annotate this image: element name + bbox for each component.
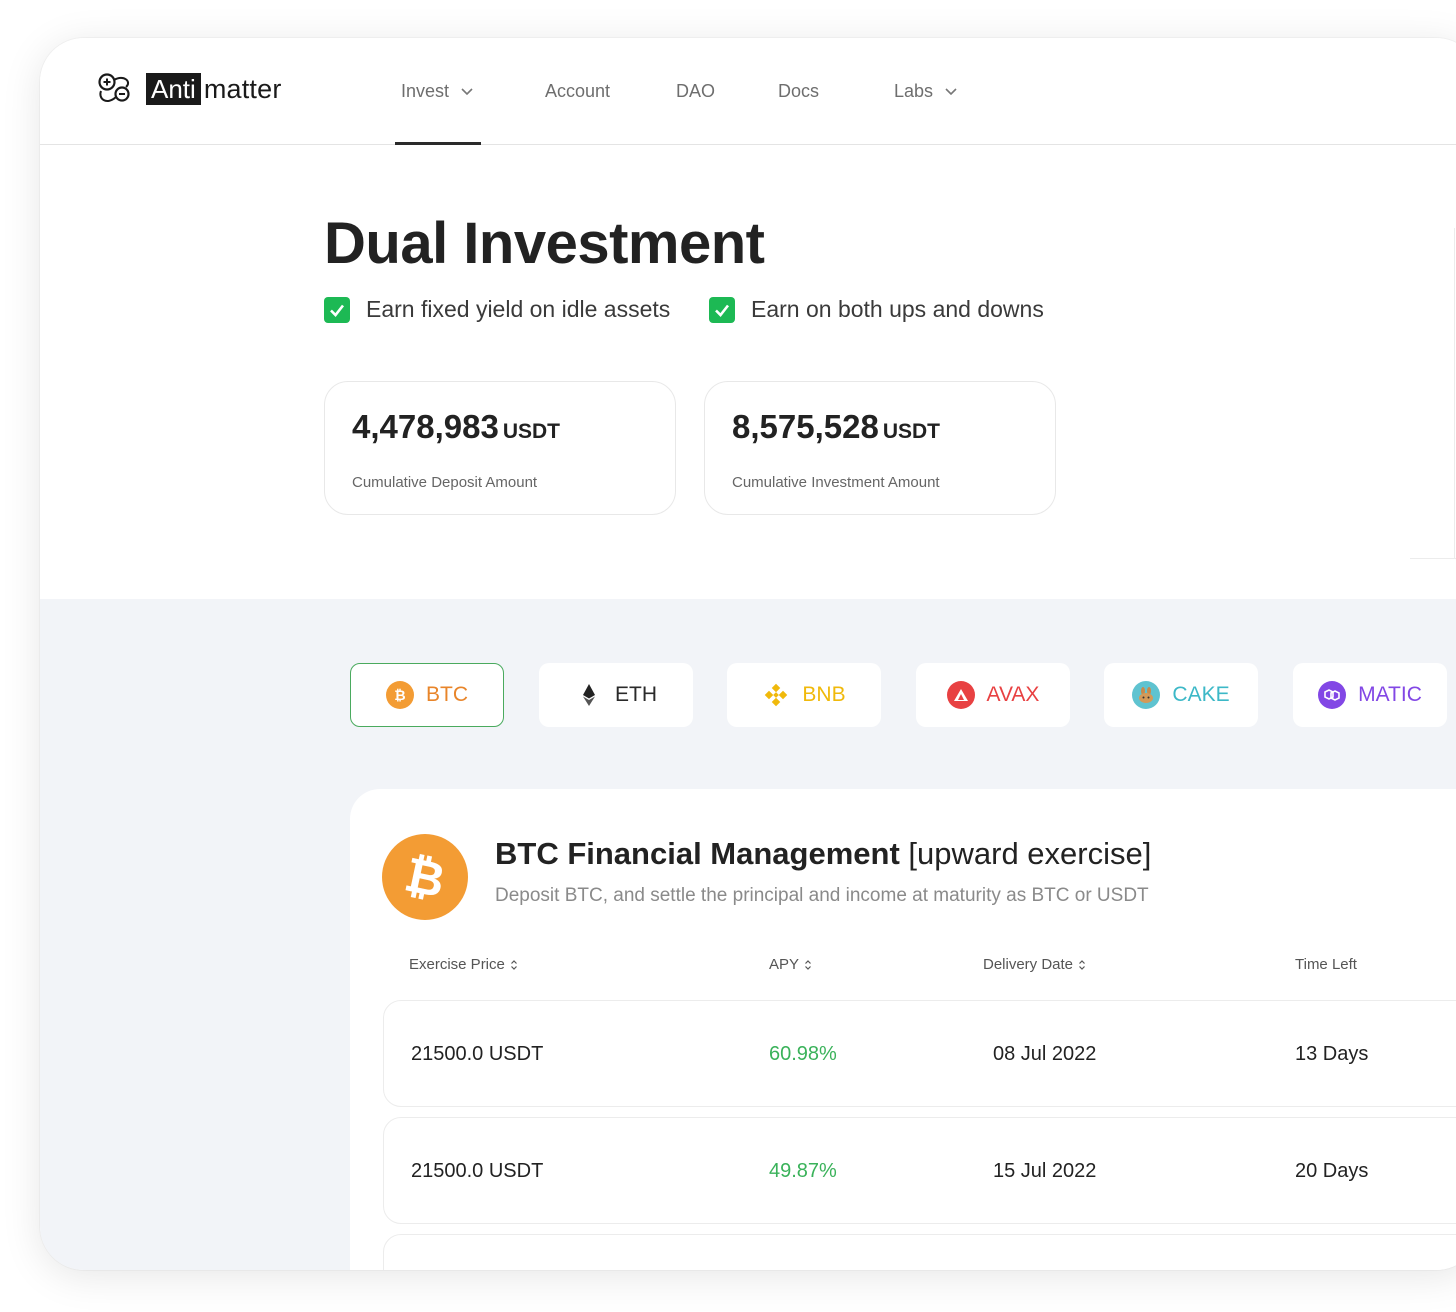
- product-panel: ₿ BTC Financial Management [upward exerc…: [350, 789, 1456, 1270]
- cell-time-left: 13 Days: [1295, 1043, 1369, 1065]
- sort-icon: [510, 959, 517, 970]
- stat-unit: USDT: [502, 420, 560, 443]
- nav-docs-label: Docs: [778, 81, 820, 101]
- feature-text: Earn fixed yield on idle assets: [366, 296, 671, 322]
- token-tab-label: BNB: [802, 683, 846, 706]
- stat-value: 4,478,983: [352, 408, 499, 445]
- token-tab-label: CAKE: [1172, 683, 1230, 706]
- bitcoin-icon: ₿: [382, 834, 468, 920]
- logo-matter-text: matter: [203, 73, 282, 104]
- cell-delivery-date: 08 Jul 2022: [993, 1043, 1097, 1065]
- nav-dao-label: DAO: [676, 81, 716, 101]
- nav-labs-label: Labs: [894, 81, 934, 101]
- logo-icon: [98, 73, 130, 102]
- cell-exercise-price: 21500.0 USDT: [411, 1043, 544, 1065]
- stat-unit: USDT: [882, 420, 940, 443]
- token-tab-label: ETH: [615, 683, 657, 706]
- checkmark-icon: [324, 296, 350, 323]
- column-header-label: Delivery Date: [983, 956, 1074, 973]
- cell-delivery-date: 15 Jul 2022: [993, 1160, 1097, 1182]
- page-title: Dual Investment: [324, 211, 765, 276]
- nav-dao[interactable]: DAO: [676, 81, 715, 102]
- binance-icon: [762, 681, 790, 709]
- divider: [1454, 228, 1455, 558]
- divider: [1410, 558, 1456, 559]
- checkmark-icon: [709, 296, 735, 323]
- stat-card-deposit: 4,478,983 USDT Cumulative Deposit Amount: [324, 381, 676, 515]
- cell-time-left: 20 Days: [1295, 1160, 1369, 1182]
- sort-icon: [1079, 959, 1085, 970]
- cell-exercise-price: 21500.0 USDT: [411, 1160, 544, 1182]
- polygon-icon: [1318, 681, 1347, 709]
- product-title-qualifier: [upward exercise]: [899, 836, 1152, 871]
- feature-text: Earn on both ups and downs: [751, 296, 1044, 322]
- pancakeswap-icon: [1132, 681, 1161, 709]
- column-header-label: Exercise Price: [409, 956, 505, 973]
- avalanche-icon: [946, 681, 975, 709]
- top-nav-bar: Anti matter Invest Account DAO Docs Labs: [40, 38, 1456, 145]
- products-section: ₿ BTC ETH BNB AVAX CAKE MATIC ₿ BTC Fina…: [40, 599, 1456, 1270]
- stat-value-line: 4,478,983 USDT: [352, 408, 560, 446]
- column-header-exercise-price[interactable]: Exercise Price: [409, 956, 518, 973]
- logo-anti-text: Anti: [146, 73, 201, 105]
- feature-item: Earn on both ups and downs: [709, 296, 1044, 323]
- column-header-apy[interactable]: APY: [769, 956, 812, 973]
- column-header-delivery-date[interactable]: Delivery Date: [983, 956, 1086, 973]
- column-header-label: APY: [769, 956, 800, 973]
- product-subtitle: Deposit BTC, and settle the principal an…: [495, 885, 1149, 906]
- column-header-label: Time Left: [1295, 956, 1357, 973]
- product-title: BTC Financial Management [upward exercis…: [495, 836, 1151, 872]
- nav-labs[interactable]: Labs: [894, 81, 957, 102]
- token-tab-bnb[interactable]: BNB: [727, 663, 881, 727]
- token-tab-eth[interactable]: ETH: [539, 663, 693, 727]
- column-header-time-left: Time Left: [1295, 956, 1357, 973]
- antimatter-logo[interactable]: Anti matter: [96, 71, 282, 107]
- token-tab-cake[interactable]: CAKE: [1104, 663, 1258, 727]
- bitcoin-icon: ₿: [386, 681, 414, 709]
- ethereum-icon: [575, 681, 603, 709]
- stat-value: 8,575,528: [732, 408, 879, 445]
- chevron-down-icon: [461, 87, 473, 95]
- chevron-down-icon: [945, 87, 957, 95]
- nav-active-indicator: [395, 142, 481, 145]
- stat-card-investment: 8,575,528 USDT Cumulative Investment Amou…: [704, 381, 1056, 515]
- token-tab-label: AVAX: [986, 683, 1040, 706]
- table-row[interactable]: 21500.0 USDT 49.87% 15 Jul 2022 20 Days: [383, 1117, 1456, 1224]
- token-tab-btc[interactable]: ₿ BTC: [350, 663, 504, 727]
- token-tab-label: MATIC: [1358, 683, 1422, 706]
- stat-label: Cumulative Investment Amount: [732, 474, 940, 491]
- nav-invest-label: Invest: [401, 81, 450, 101]
- cell-apy: 60.98%: [769, 1043, 837, 1065]
- sort-icon: [805, 959, 811, 970]
- nav-docs[interactable]: Docs: [778, 81, 819, 102]
- table-row[interactable]: [383, 1234, 1456, 1270]
- nav-invest[interactable]: Invest: [401, 81, 473, 102]
- stat-value-line: 8,575,528 USDT: [732, 408, 940, 446]
- token-tab-avax[interactable]: AVAX: [916, 663, 1070, 727]
- token-tab-matic[interactable]: MATIC: [1293, 663, 1447, 727]
- app-window: Anti matter Invest Account DAO Docs Labs…: [40, 38, 1456, 1270]
- feature-item: Earn fixed yield on idle assets: [324, 296, 670, 323]
- nav-account-label: Account: [545, 81, 611, 101]
- stat-label: Cumulative Deposit Amount: [352, 474, 538, 491]
- svg-text:₿: ₿: [394, 688, 405, 704]
- token-tab-label: BTC: [426, 683, 468, 706]
- product-title-bold: BTC Financial Management: [495, 836, 900, 871]
- table-row[interactable]: 21500.0 USDT 60.98% 08 Jul 2022 13 Days: [383, 1000, 1456, 1107]
- cell-apy: 49.87%: [769, 1160, 837, 1182]
- nav-account[interactable]: Account: [545, 81, 610, 102]
